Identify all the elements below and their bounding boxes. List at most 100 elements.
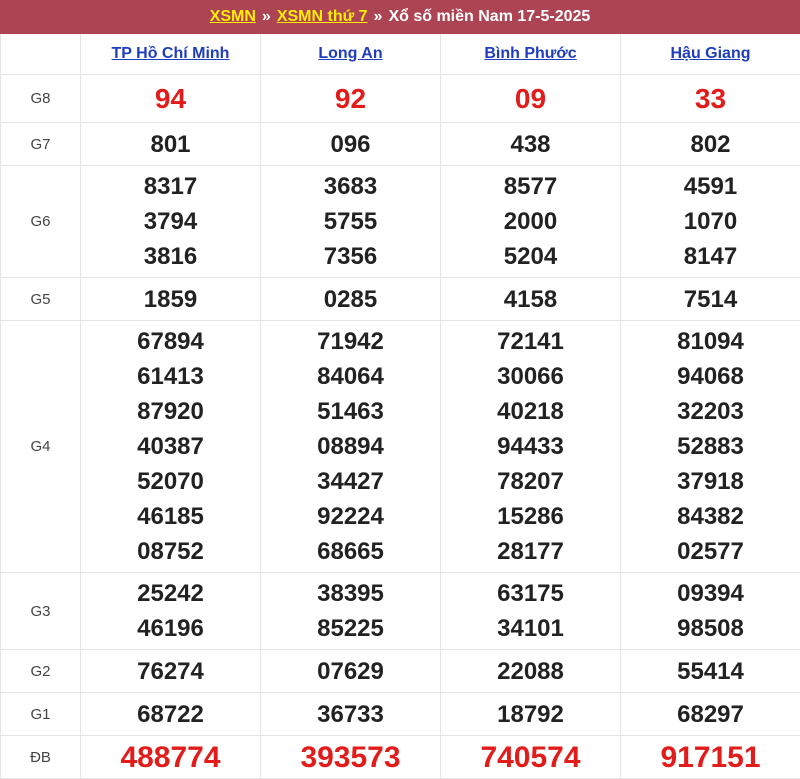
prize-row: G7 801 096 438 802 xyxy=(0,122,800,166)
prize-number: 38395 xyxy=(317,580,384,607)
prize-number: 5755 xyxy=(323,208,378,235)
prize-number: 94433 xyxy=(497,433,564,460)
prize-cell: 3683 5755 7356 xyxy=(260,165,441,278)
prize-number: 2000 xyxy=(503,208,558,235)
prize-label: G7 xyxy=(0,122,81,166)
province-link-binh-phuoc[interactable]: Bình Phước xyxy=(484,45,576,62)
breadcrumb-link-xsmn-thu-7[interactable]: XSMN thứ 7 xyxy=(277,8,368,26)
prize-number: 801 xyxy=(150,130,191,158)
prize-number: 51463 xyxy=(317,398,384,425)
prize-row: G4 67894 61413 87920 40387 52070 46185 08752 719… xyxy=(0,320,800,573)
prize-number: 52070 xyxy=(137,468,204,495)
prize-number: 28177 xyxy=(497,538,564,565)
prize-cell: 68722 xyxy=(80,692,261,736)
prize-number: 09 xyxy=(514,83,547,114)
prize-cell: 096 xyxy=(260,122,441,166)
prize-cell: 4158 xyxy=(440,277,621,321)
prize-number: 34101 xyxy=(497,615,564,642)
prize-cell: 802 xyxy=(620,122,800,166)
prize-cell: 72141 30066 40218 94433 78207 15286 28177 xyxy=(440,320,621,573)
prize-number: 8317 xyxy=(143,173,198,200)
prize-number: 33 xyxy=(694,83,727,114)
prize-number: 438 xyxy=(510,130,551,158)
prize-number: 15286 xyxy=(497,503,564,530)
prize-row: G6 8317 3794 3816 3683 5755 7356 8577 2000 5204 45… xyxy=(0,165,800,278)
prize-cell: 68297 xyxy=(620,692,800,736)
prize-number: 3683 xyxy=(323,173,378,200)
prize-cell: 393573 xyxy=(260,735,441,779)
prize-number: 25242 xyxy=(137,580,204,607)
prize-cell: 8577 2000 5204 xyxy=(440,165,621,278)
prize-cell: 917151 xyxy=(620,735,800,779)
prize-number: 40218 xyxy=(497,398,564,425)
prize-cell: 76274 xyxy=(80,649,261,693)
prize-number: 4591 xyxy=(683,173,738,200)
prize-number: 3794 xyxy=(143,208,198,235)
prize-row: G3 25242 46196 38395 85225 63175 34101 09394 985… xyxy=(0,572,800,650)
breadcrumb-link-xsmn[interactable]: XSMN xyxy=(210,8,256,26)
prize-number: 68297 xyxy=(677,700,744,728)
prize-row: G2 76274 07629 22088 55414 xyxy=(0,649,800,693)
prize-number: 30066 xyxy=(497,363,564,390)
prize-number: 92224 xyxy=(317,503,384,530)
prize-number: 46185 xyxy=(137,503,204,530)
prize-cell: 22088 xyxy=(440,649,621,693)
prize-number: 08894 xyxy=(317,433,384,460)
prize-number: 52883 xyxy=(677,433,744,460)
prize-number: 1070 xyxy=(683,208,738,235)
prize-cell: 8317 3794 3816 xyxy=(80,165,261,278)
prize-cell: 33 xyxy=(620,74,800,123)
province-link-long-an[interactable]: Long An xyxy=(318,45,382,62)
prize-label: G5 xyxy=(0,277,81,321)
prize-label: ĐB xyxy=(0,735,81,779)
prize-cell: 38395 85225 xyxy=(260,572,441,650)
prize-number: 72141 xyxy=(497,328,564,355)
prize-cell: 94 xyxy=(80,74,261,123)
prize-number: 76274 xyxy=(137,657,204,685)
prize-number: 87920 xyxy=(137,398,204,425)
province-header-row: TP Hồ Chí Minh Long An Bình Phước Hậu Gi… xyxy=(0,34,800,75)
prize-number: 02577 xyxy=(677,538,744,565)
prize-cell: 1859 xyxy=(80,277,261,321)
prize-cell: 92 xyxy=(260,74,441,123)
prize-number: 0285 xyxy=(323,285,378,313)
prize-cell: 81094 94068 32203 52883 37918 84382 02577 xyxy=(620,320,800,573)
prize-number: 94068 xyxy=(677,363,744,390)
prize-number: 8147 xyxy=(683,243,738,270)
prize-cell: 0285 xyxy=(260,277,441,321)
prize-number: 40387 xyxy=(137,433,204,460)
prize-row: ĐB 488774 393573 740574 917151 xyxy=(0,735,800,779)
prize-cell: 740574 xyxy=(440,735,621,779)
prize-number: 61413 xyxy=(137,363,204,390)
prize-cell: 67894 61413 87920 40387 52070 46185 08752 xyxy=(80,320,261,573)
prize-number: 393573 xyxy=(300,740,401,774)
prize-number: 36733 xyxy=(317,700,384,728)
prize-number: 1859 xyxy=(143,285,198,313)
prize-number: 55414 xyxy=(677,657,744,685)
prize-cell: 25242 46196 xyxy=(80,572,261,650)
prize-cell: 488774 xyxy=(80,735,261,779)
prize-label: G6 xyxy=(0,165,81,278)
prize-cell: 09 xyxy=(440,74,621,123)
prize-number: 46196 xyxy=(137,615,204,642)
prize-number: 096 xyxy=(330,130,371,158)
prize-row: G1 68722 36733 18792 68297 xyxy=(0,692,800,736)
prize-number: 07629 xyxy=(317,657,384,685)
province-link-tp-ho-chi-minh[interactable]: TP Hồ Chí Minh xyxy=(112,45,230,62)
prize-cell: 36733 xyxy=(260,692,441,736)
prize-cell: 09394 98508 xyxy=(620,572,800,650)
prize-number: 740574 xyxy=(480,740,581,774)
prize-label: G4 xyxy=(0,320,81,573)
prize-number: 7356 xyxy=(323,243,378,270)
province-link-hau-giang[interactable]: Hậu Giang xyxy=(670,45,750,62)
prize-number: 67894 xyxy=(137,328,204,355)
prize-number: 78207 xyxy=(497,468,564,495)
prize-number: 8577 xyxy=(503,173,558,200)
prize-number: 7514 xyxy=(683,285,738,313)
prize-number: 802 xyxy=(690,130,731,158)
prize-cell: 18792 xyxy=(440,692,621,736)
prize-row: G8 94 92 09 33 xyxy=(0,74,800,123)
prize-cell: 55414 xyxy=(620,649,800,693)
prize-number: 37918 xyxy=(677,468,744,495)
prize-number: 22088 xyxy=(497,657,564,685)
